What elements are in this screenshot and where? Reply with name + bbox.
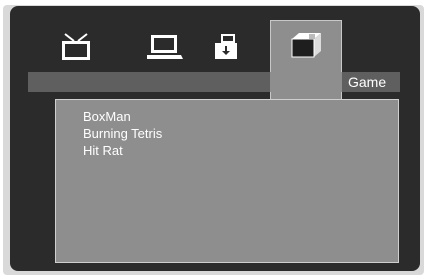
laptop-icon [146, 34, 184, 60]
list-item-game[interactable]: Hit Rat [83, 143, 123, 159]
game-box-icon [289, 31, 323, 59]
tab-usb[interactable] [198, 24, 254, 69]
osd-panel: Game BoxMan Burning Tetris Hit Rat [10, 6, 420, 271]
list-item-game[interactable]: BoxMan [83, 109, 131, 125]
tab-tv[interactable] [48, 24, 104, 69]
selected-tab-strip [270, 72, 342, 92]
usb-drive-icon [213, 33, 239, 60]
title-bar [28, 72, 400, 92]
list-item-game[interactable]: Burning Tetris [83, 126, 162, 142]
game-list-panel: BoxMan Burning Tetris Hit Rat [55, 99, 399, 263]
page-title: Game [348, 74, 387, 90]
tv-icon [59, 32, 93, 62]
tab-pc[interactable] [137, 24, 193, 69]
